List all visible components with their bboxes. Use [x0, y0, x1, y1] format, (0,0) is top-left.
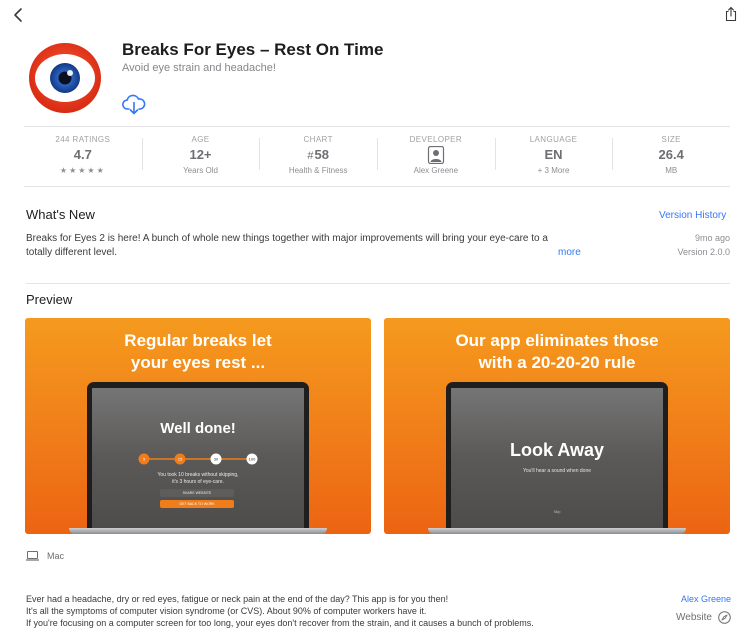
shot1-headline: Regular breaks let your eyes rest ...	[25, 330, 371, 374]
preview-screenshot-1[interactable]: Regular breaks let your eyes rest ... We…	[25, 318, 371, 534]
laptop-screen: Look Away You'll hear a sound when done …	[446, 382, 668, 528]
shot2-headline-line1: Our app eliminates those	[455, 331, 659, 350]
step-label: 15	[178, 457, 183, 462]
more-link[interactable]: more	[558, 247, 581, 258]
chart-category: Health & Fitness	[288, 166, 348, 175]
well-done-text-line2: it's 3 hours of eye-care.	[172, 479, 224, 485]
share-website-button: SHARE WEBSITE	[160, 489, 234, 497]
laptop-icon	[26, 551, 39, 561]
skip-label: Skip	[553, 510, 561, 514]
age-sub: Years Old	[183, 166, 218, 175]
well-done-title: Well done!	[160, 420, 236, 437]
step-label: 100	[249, 457, 256, 462]
language-value: EN	[544, 147, 563, 162]
description-line1: Ever had a headache, dry or red eyes, fa…	[26, 594, 449, 604]
laptop-screen: Well done! 5 15 30 100 You took 10 break…	[87, 382, 309, 528]
rating-value: 4.7	[73, 147, 92, 162]
chart-label: CHART	[303, 135, 333, 144]
whats-new-title: What's New	[26, 207, 95, 222]
info-divider	[24, 186, 730, 187]
chart-cell[interactable]: CHART #58 Health & Fitness	[259, 134, 377, 178]
developer-label: DEVELOPER	[409, 135, 463, 144]
developer-person-icon	[427, 146, 444, 164]
share-icon[interactable]	[724, 6, 738, 22]
laptop-base	[69, 528, 327, 534]
app-eye-icon	[27, 40, 103, 116]
get-back-button: GET BACK TO WORK	[160, 500, 234, 508]
shot1-headline-line1: Regular breaks let	[124, 331, 272, 350]
info-strip: 244 RATINGS 4.7 ★★★★★ AGE 12+ Years Old …	[24, 134, 730, 178]
ratings-cell[interactable]: 244 RATINGS 4.7 ★★★★★	[24, 134, 142, 178]
platform-label: Mac	[47, 551, 65, 561]
version-number: Version 2.0.0	[677, 247, 730, 257]
compass-icon[interactable]	[718, 611, 731, 624]
laptop-display: Look Away You'll hear a sound when done …	[451, 388, 663, 528]
whats-new-text-line2: totally different level.	[26, 247, 117, 258]
shot1-headline-line2: your eyes rest ...	[130, 353, 266, 372]
preview-title: Preview	[26, 292, 73, 307]
back-chevron-icon[interactable]	[10, 6, 28, 24]
developer-cell[interactable]: DEVELOPER Alex Greene	[377, 134, 495, 178]
whats-new-divider	[26, 283, 730, 284]
size-label: SIZE	[661, 135, 681, 144]
description-line2: It's all the symptoms of computer vision…	[26, 606, 427, 616]
version-history-link[interactable]: Version History	[659, 210, 726, 221]
chart-hash: #	[307, 150, 314, 162]
laptop-display: Well done! 5 15 30 100 You took 10 break…	[92, 388, 304, 528]
age-value: 12+	[189, 147, 212, 162]
size-value: 26.4	[658, 147, 684, 162]
release-age: 9mo ago	[694, 233, 730, 243]
language-cell: LANGUAGE EN + 3 More	[494, 134, 613, 178]
app-title: Breaks For Eyes – Rest On Time	[122, 40, 384, 59]
developer-name: Alex Greene	[413, 166, 459, 175]
website-link[interactable]: Website	[676, 612, 712, 623]
language-label: LANGUAGE	[529, 135, 578, 144]
description-line3: If you're focusing on a computer screen …	[26, 618, 534, 628]
shot2-headline-line2: with a 20-20-20 rule	[478, 353, 636, 372]
chart-value: #58	[307, 145, 329, 165]
app-subtitle: Avoid eye strain and headache!	[122, 62, 276, 74]
look-away-subtitle: You'll hear a sound when done	[522, 468, 592, 474]
ratings-label: 244 RATINGS	[55, 135, 111, 144]
well-done-text-line1: You took 10 breaks without skipping,	[157, 472, 239, 478]
size-unit: MB	[665, 166, 678, 175]
header-divider	[24, 126, 730, 127]
laptop-base	[428, 528, 686, 534]
preview-screenshot-2[interactable]: Our app eliminates those with a 20-20-20…	[384, 318, 730, 534]
look-away-title: Look Away	[509, 440, 605, 460]
cloud-download-icon[interactable]	[122, 94, 146, 116]
well-done-text: You took 10 breaks without skipping, it'…	[92, 472, 304, 486]
step-label: 30	[214, 457, 219, 462]
platform-indicator: Mac	[26, 551, 64, 561]
age-label: AGE	[191, 135, 210, 144]
size-cell: SIZE 26.4 MB	[612, 134, 730, 178]
progress-steps: 5 15 30 100	[138, 453, 258, 465]
chart-rank: 58	[314, 147, 329, 162]
language-more: + 3 More	[537, 166, 570, 175]
star-rating: ★★★★★	[59, 166, 106, 175]
age-cell: AGE 12+ Years Old	[141, 134, 260, 178]
whats-new-text-line1: Breaks for Eyes 2 is here! A bunch of wh…	[26, 233, 548, 244]
developer-link[interactable]: Alex Greene	[681, 594, 731, 604]
shot2-headline: Our app eliminates those with a 20-20-20…	[384, 330, 730, 374]
